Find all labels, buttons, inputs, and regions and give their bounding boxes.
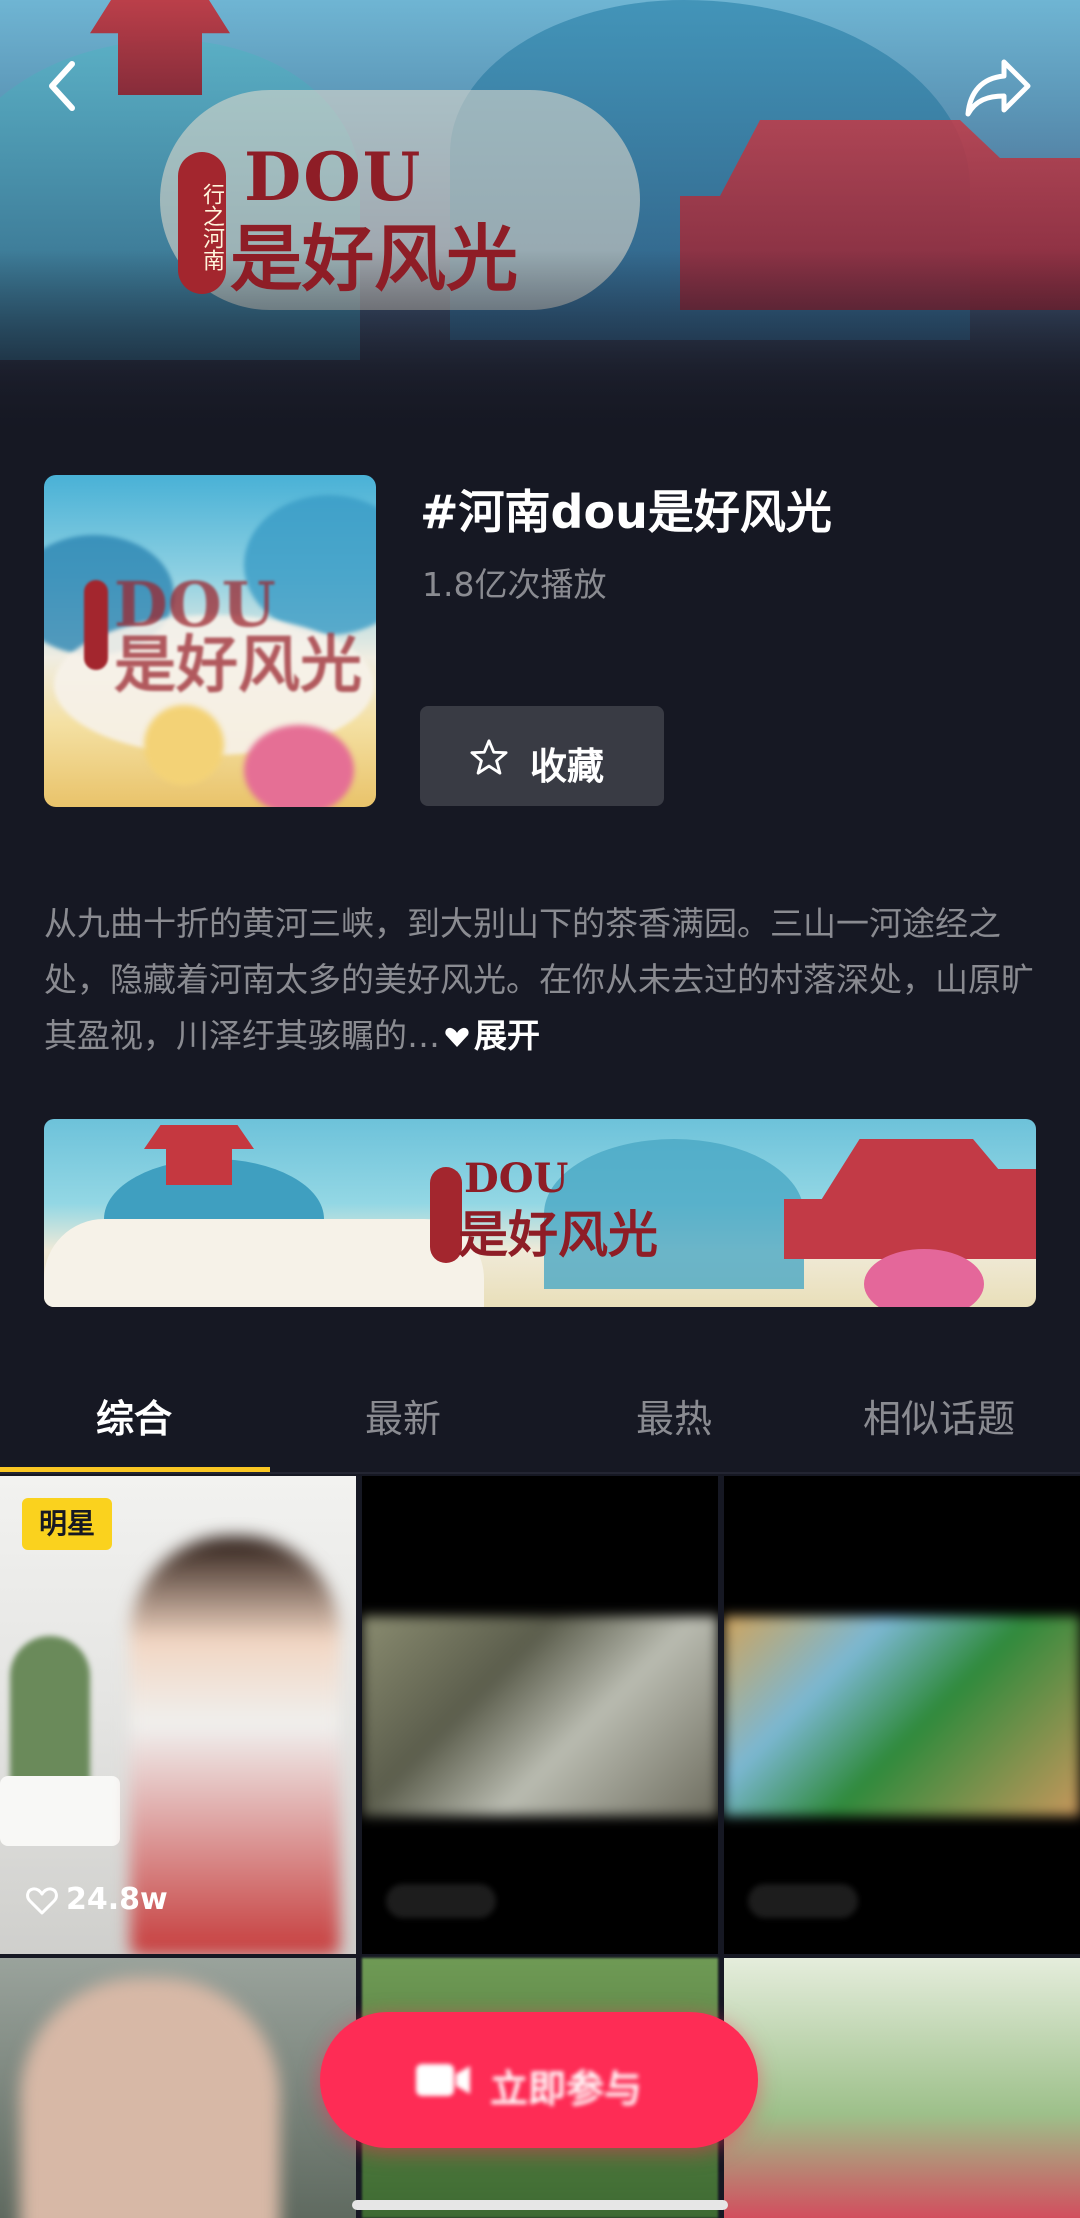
home-indicator (352, 2200, 728, 2210)
share-arrow-icon (965, 59, 1031, 117)
cover-logo-text: DOU 是好风光 (114, 568, 363, 701)
tab-latest[interactable]: 最新 (365, 1388, 441, 1443)
celebrity-badge: 明星 (22, 1498, 112, 1550)
video-card[interactable] (724, 1958, 1080, 2218)
play-count: 1.8亿次播放 (422, 565, 607, 604)
tabs-divider (0, 1472, 1080, 1474)
hero-banner: 行之河南 DOU 是好风光 (0, 0, 1080, 440)
join-now-button[interactable]: 立即参与 (320, 2012, 758, 2148)
expand-label: 展开 (474, 1016, 540, 1055)
like-count (386, 1884, 496, 1918)
video-card[interactable] (0, 1958, 356, 2218)
favorite-button[interactable]: 收藏 (420, 706, 664, 806)
video-thumbnail (362, 1616, 718, 1816)
video-card[interactable] (724, 1476, 1080, 1954)
video-thumbnail (724, 1616, 1080, 1816)
promo-banner[interactable]: DOU 是好风光 (44, 1119, 1036, 1307)
tab-similar-topics[interactable]: 相似话题 (863, 1388, 1015, 1443)
hero-logo-slogan: 是好风光 (230, 216, 519, 301)
favorite-label: 收藏 (530, 745, 604, 788)
like-count-text: 24.8w (66, 1882, 168, 1917)
hero-logo-seal: 行之河南 (178, 152, 226, 294)
like-count: 24.8w (26, 1882, 168, 1917)
video-card[interactable] (362, 1476, 718, 1954)
video-camera-icon (416, 2064, 470, 2096)
chevron-left-icon (49, 61, 75, 111)
tab-hottest[interactable]: 最热 (636, 1388, 712, 1443)
hero-fade (0, 250, 1080, 440)
back-button[interactable] (40, 56, 88, 116)
video-thumbnail (20, 1978, 280, 2218)
tab-bar: 综合 最新 最热 相似话题 (0, 1352, 1080, 1472)
heart-down-icon (445, 1027, 469, 1047)
topic-title: #河南dou是好风光 (420, 485, 832, 539)
topic-cover-image: DOU 是好风光 (44, 475, 376, 807)
like-count (748, 1884, 858, 1918)
topic-description: 从九曲十折的黄河三峡，到大别山下的茶香满园。三山一河途经之处，隐藏着河南太多的美… (44, 896, 1036, 1064)
tab-comprehensive[interactable]: 综合 (96, 1388, 172, 1443)
video-card[interactable]: 明星 24.8w (0, 1476, 356, 1954)
star-icon (470, 739, 508, 775)
join-now-label: 立即参与 (490, 2067, 643, 2111)
expand-link[interactable]: 展开 (440, 1016, 540, 1055)
share-button[interactable] (964, 56, 1034, 120)
banner-logo-slogan: 是好风光 (458, 1205, 658, 1264)
heart-icon (26, 1887, 58, 1915)
